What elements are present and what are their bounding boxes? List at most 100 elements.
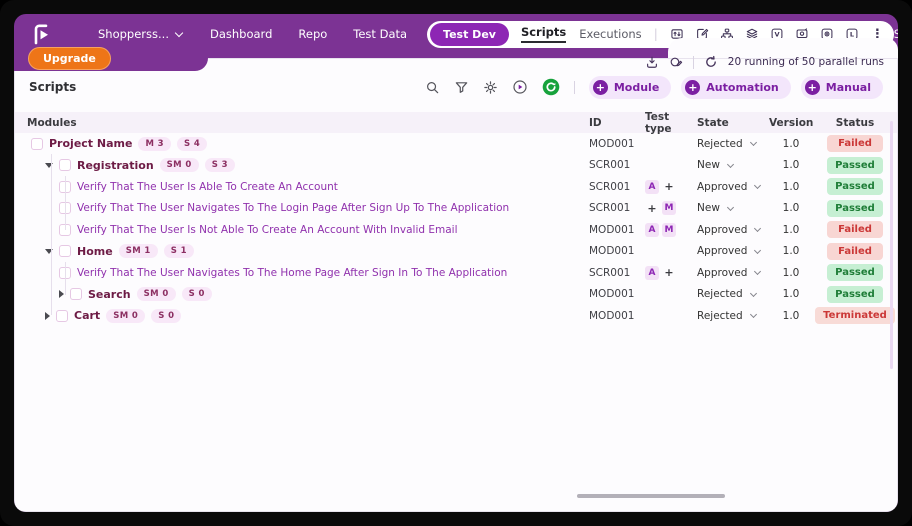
chevron-down-icon	[726, 160, 734, 168]
module-name[interactable]: Registration	[77, 159, 154, 172]
add-test-type-button[interactable]: +	[662, 180, 676, 194]
table-row: Verify That The User Is Not Able To Crea…	[15, 219, 897, 241]
column-header-state: State	[697, 116, 729, 129]
plus-icon: +	[685, 79, 701, 95]
search-icon[interactable]	[425, 80, 440, 95]
table-row: Search SM 0 S 0 MOD001 Rejected 1.0 Passed	[15, 284, 897, 306]
state-select[interactable]: Rejected	[697, 288, 769, 300]
status-badge: Passed	[827, 178, 883, 196]
row-checkbox[interactable]	[31, 137, 43, 150]
count-badge: S 3	[204, 158, 235, 173]
chevron-down-icon	[174, 28, 184, 37]
filter-icon[interactable]	[454, 80, 469, 95]
tree-guide-line	[51, 154, 52, 315]
add-module-button[interactable]: + Module	[588, 75, 672, 99]
count-badge: S 1	[163, 244, 194, 259]
script-name[interactable]: Verify That The User Is Not Able To Crea…	[77, 224, 458, 236]
caret-right-icon[interactable]	[45, 311, 50, 320]
count-badge: S 4	[176, 136, 208, 151]
table-row: Home SM 1 S 1 MOD001 Approved 1.0 Failed	[15, 241, 897, 263]
row-version: 1.0	[782, 288, 800, 301]
module-name[interactable]: Project Name	[49, 137, 132, 150]
chevron-down-icon	[749, 289, 757, 297]
state-select[interactable]: Approved	[697, 224, 769, 236]
script-name[interactable]: Verify That The User Navigates To The Ho…	[77, 267, 507, 279]
scripts-toolbar: Scripts + Module + Automation + Manual	[15, 74, 897, 100]
test-type-badge[interactable]: A	[645, 222, 659, 237]
module-name[interactable]: Search	[88, 288, 131, 301]
test-type-badge[interactable]: M	[662, 201, 676, 216]
script-name[interactable]: Verify That The User Navigates To The Lo…	[77, 202, 509, 214]
tab-scripts[interactable]: Scripts	[520, 25, 567, 43]
run-all-icon[interactable]	[542, 78, 560, 96]
caret-right-icon[interactable]	[59, 290, 64, 299]
state-select[interactable]: Approved	[697, 245, 769, 257]
project-selector[interactable]: Shopperss...	[98, 27, 184, 41]
test-type-badge[interactable]: M	[662, 222, 676, 237]
table-row: Registration SM 0 S 3 SCR001 New 1.0 Passed	[15, 155, 897, 177]
state-select[interactable]: Approved	[697, 181, 769, 193]
add-test-type-button[interactable]: +	[662, 266, 676, 280]
chevron-down-icon	[754, 182, 762, 190]
status-badge: Terminated	[815, 307, 895, 325]
vertical-scrollbar[interactable]	[890, 121, 893, 369]
module-name[interactable]: Home	[77, 245, 113, 258]
row-checkbox[interactable]	[59, 159, 71, 172]
gear-icon[interactable]	[483, 80, 498, 95]
row-version: 1.0	[782, 159, 800, 172]
tab-test-dev[interactable]: Test Dev	[430, 22, 509, 46]
app-window-frame: Shopperss... Dashboard Repo Test Data Test…	[0, 0, 912, 526]
count-badge: SM 1	[118, 244, 158, 259]
download-icon[interactable]	[645, 55, 659, 69]
status-badge: Passed	[827, 264, 883, 282]
column-header-id: ID	[589, 116, 602, 129]
row-id: SCR001	[589, 266, 631, 279]
nav-item-suites[interactable]: Suites	[894, 27, 898, 41]
state-select[interactable]: New	[697, 202, 769, 214]
divider: |	[653, 27, 658, 41]
chevron-down-icon	[726, 203, 734, 211]
test-type-badge[interactable]: A	[645, 179, 659, 194]
column-header-modules: Modules	[27, 116, 77, 129]
status-badge: Failed	[827, 135, 883, 153]
state-select[interactable]: New	[697, 159, 769, 171]
column-header-status: Status	[835, 116, 875, 129]
table-row: Verify That The User Is Able To Create A…	[15, 176, 897, 198]
count-badge: SM 0	[136, 287, 176, 302]
divider	[573, 80, 575, 94]
test-type-badge[interactable]: A	[645, 265, 659, 280]
row-checkbox[interactable]	[70, 288, 82, 301]
tab-executions[interactable]: Executions	[579, 27, 641, 41]
row-version: 1.0	[782, 137, 800, 150]
tag-edit-icon[interactable]	[669, 55, 683, 69]
pill-tabs: Scripts Executions	[520, 25, 642, 43]
count-badge: SM 0	[106, 308, 146, 323]
state-select[interactable]: Rejected	[697, 138, 769, 150]
upgrade-button[interactable]: Upgrade	[28, 47, 111, 70]
chevron-down-icon	[754, 246, 762, 254]
add-test-type-button[interactable]: +	[645, 201, 659, 215]
app: Shopperss... Dashboard Repo Test Data Test…	[14, 14, 898, 512]
script-name[interactable]: Verify That The User Is Able To Create A…	[77, 181, 338, 193]
row-id: MOD001	[589, 137, 635, 150]
app-logo-icon[interactable]	[30, 22, 54, 46]
add-automation-button[interactable]: + Automation	[681, 75, 791, 99]
nav-item-dashboard[interactable]: Dashboard	[210, 27, 272, 41]
add-manual-button[interactable]: + Manual	[800, 75, 883, 99]
state-select[interactable]: Rejected	[697, 310, 769, 322]
column-header-version: Version	[769, 116, 814, 129]
state-select[interactable]: Approved	[697, 267, 769, 279]
tree-guide-line	[65, 176, 66, 230]
horizontal-scrollbar-thumb[interactable]	[577, 494, 725, 498]
secondary-nav: SuitesWeb Service	[894, 27, 898, 41]
play-circle-icon[interactable]	[512, 79, 528, 95]
nav-item-repo[interactable]: Repo	[298, 27, 327, 41]
row-id: MOD001	[589, 288, 635, 301]
row-checkbox[interactable]	[56, 309, 68, 322]
row-checkbox[interactable]	[59, 245, 71, 258]
divider	[692, 55, 694, 69]
nav-item-test-data[interactable]: Test Data	[353, 27, 407, 41]
chevron-down-icon	[754, 268, 762, 276]
module-name[interactable]: Cart	[74, 309, 100, 322]
refresh-icon[interactable]	[704, 55, 718, 69]
